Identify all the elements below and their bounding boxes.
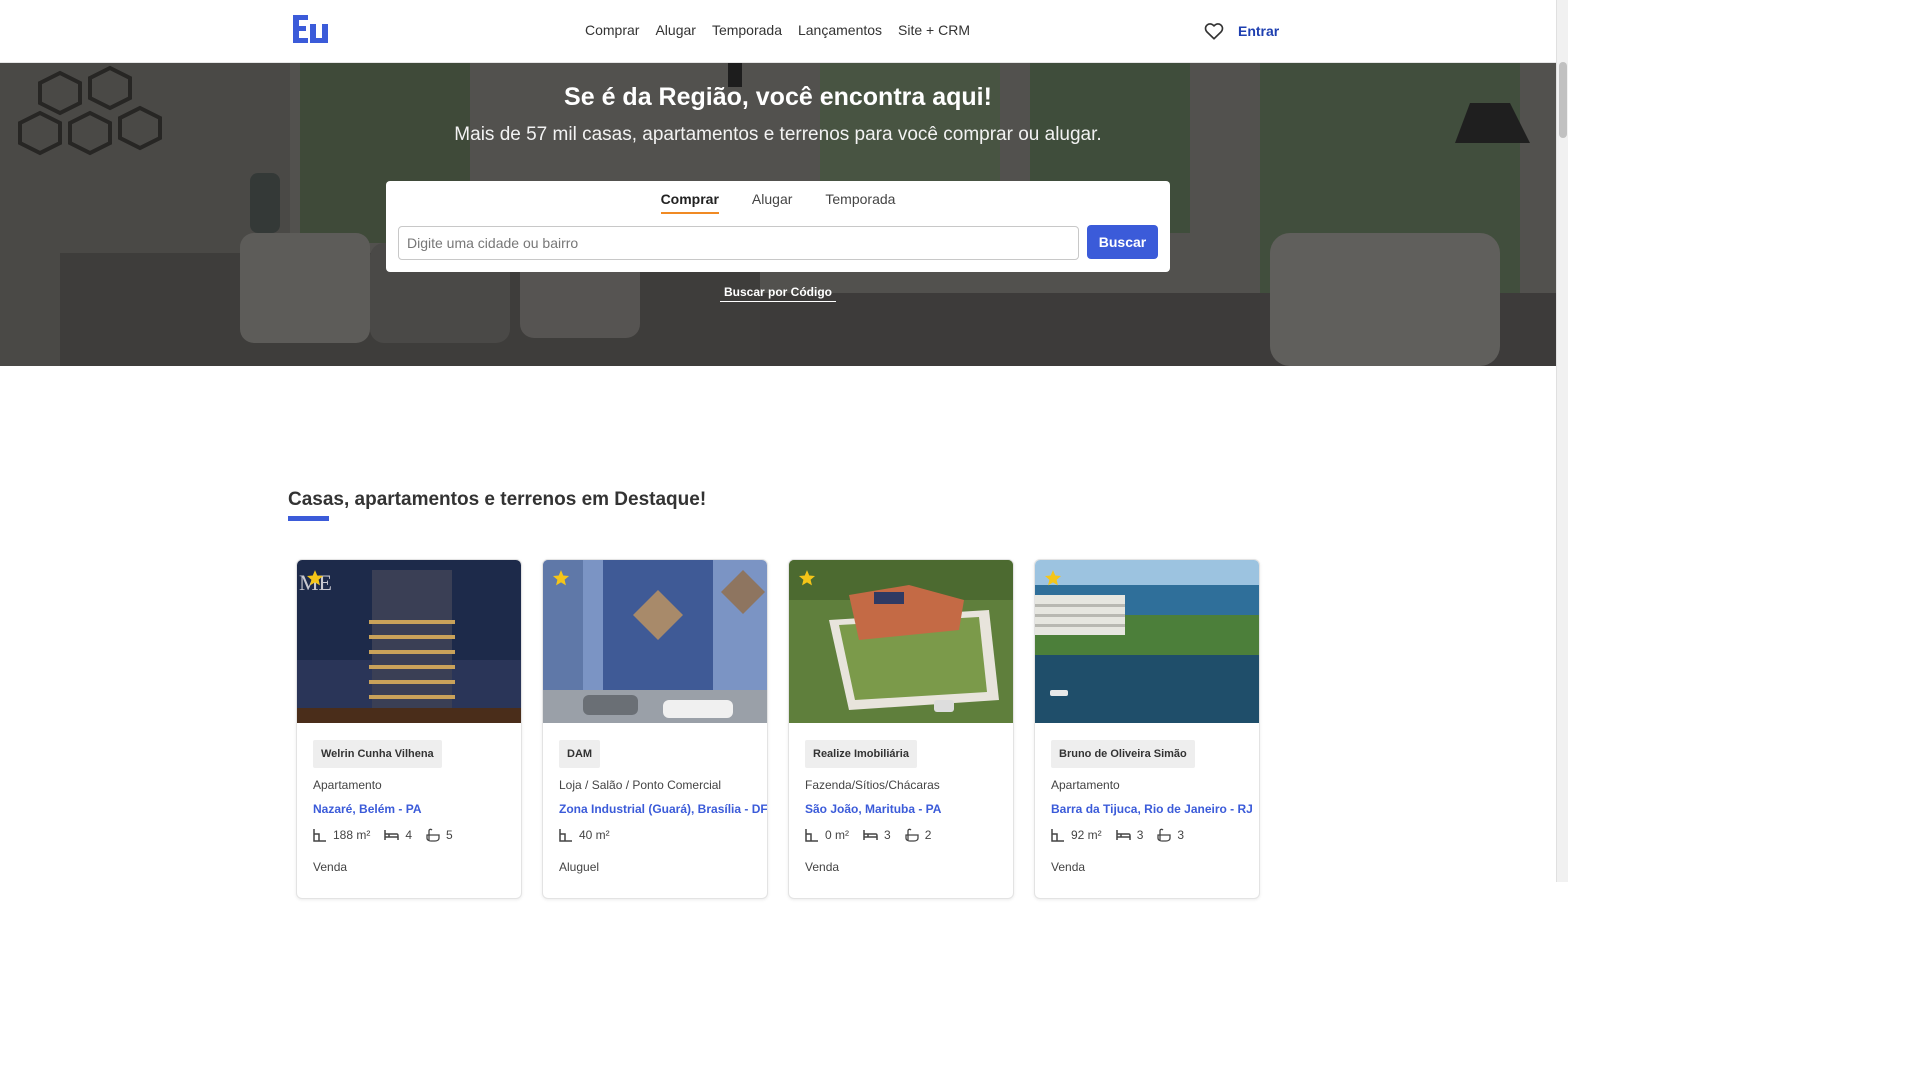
nav-lancamentos[interactable]: Lançamentos [798,22,882,38]
property-features: 40 m² [559,828,624,842]
featured-star-icon [1044,570,1062,586]
page: Comprar Alugar Temporada Lançamentos Sit… [0,0,1568,899]
area-icon [1051,829,1064,842]
baths-feature: 2 [905,828,932,842]
property-features: 188 m² 4 5 [313,828,467,842]
beds-value: 4 [405,828,413,842]
property-location[interactable]: Nazaré, Belém - PA [313,802,422,816]
area-value: 92 m² [1071,828,1102,842]
agency-badge: Realize Imobiliária [805,740,917,768]
property-location[interactable]: Barra da Tijuca, Rio de Janeiro - RJ [1051,802,1253,816]
property-image[interactable] [789,560,1014,723]
property-deal: Aluguel [559,860,600,874]
search-input[interactable] [398,226,1079,260]
nav-alugar[interactable]: Alugar [655,22,695,38]
hero-title: Se é da Região, você encontra aqui! [564,83,992,111]
heart-icon[interactable] [1204,22,1224,40]
login-link[interactable]: Entrar [1238,23,1279,39]
property-deal: Venda [1051,860,1086,874]
property-location[interactable]: Zona Industrial (Guará), Brasília - DF [559,802,767,816]
bed-icon [863,830,878,840]
bath-icon [426,828,440,842]
area-feature: 92 m² [1051,828,1102,842]
property-type: Loja / Salão / Ponto Comercial [559,778,722,792]
area-value: 40 m² [579,828,610,842]
featured-title: Casas, apartamentos e terrenos em Destaq… [288,489,707,510]
featured-star-icon [306,570,324,586]
area-icon [805,829,818,842]
nav-temporada[interactable]: Temporada [712,22,782,38]
search-by-code-wrap: Buscar por Código [0,283,1556,302]
property-card[interactable]: Realize Imobiliária Fazenda/Sítios/Cháca… [788,559,1014,899]
tab-comprar[interactable]: Comprar [660,191,719,214]
main-nav: Comprar Alugar Temporada Lançamentos Sit… [577,22,978,38]
search-tabs: Comprar Alugar Temporada [386,191,1170,214]
baths-feature: 5 [426,828,453,842]
baths-value: 5 [446,828,453,842]
nav-site-crm[interactable]: Site + CRM [898,22,970,38]
page-scrollbar[interactable] [1556,0,1568,882]
bath-icon [905,828,919,842]
featured-star-icon [798,570,816,586]
site-header: Comprar Alugar Temporada Lançamentos Sit… [0,0,1556,63]
property-image[interactable]: ME [297,560,522,723]
agency-badge: Bruno de Oliveira Simão [1051,740,1195,768]
tab-temporada[interactable]: Temporada [825,191,895,214]
hero-subtitle: Mais de 57 mil casas, apartamentos e ter… [454,124,1102,145]
property-location[interactable]: São João, Marituba - PA [805,802,941,816]
area-value: 0 m² [825,828,849,842]
agency-badge: Welrin Cunha Vilhena [313,740,442,768]
bed-icon [384,830,400,840]
area-value: 188 m² [333,828,371,842]
nav-comprar[interactable]: Comprar [585,22,639,38]
baths-value: 2 [924,828,932,842]
logo[interactable] [293,15,329,43]
property-features: 0 m² 3 2 [805,828,945,842]
property-image[interactable] [543,560,768,723]
area-icon [313,829,326,842]
featured-star-icon [552,570,570,586]
scrollbar-thumb[interactable] [1559,62,1567,138]
area-feature: 0 m² [805,828,849,842]
baths-feature: 3 [1157,828,1184,842]
bath-icon [1157,828,1172,842]
property-type: Fazenda/Sítios/Chácaras [805,778,940,792]
property-card[interactable]: ME Welrin Cunha Vilhena Apartamento Naza… [296,559,522,899]
agency-badge: DAM [559,740,601,768]
search-panel: Comprar Alugar Temporada Buscar [386,181,1170,272]
search-button[interactable]: Buscar [1087,225,1158,259]
tab-alugar[interactable]: Alugar [752,191,792,214]
beds-value: 3 [884,828,891,842]
beds-feature: 3 [1115,828,1144,842]
property-card[interactable]: Bruno de Oliveira Simão Apartamento Barr… [1034,559,1260,899]
beds-value: 3 [1136,828,1144,842]
area-icon [559,829,572,842]
featured-title-underline [288,516,329,521]
area-feature: 188 m² [313,828,370,842]
property-type: Apartamento [1051,778,1120,792]
property-deal: Venda [313,860,348,874]
beds-feature: 3 [863,828,891,842]
area-feature: 40 m² [559,828,610,842]
property-type: Apartamento [313,778,382,792]
baths-value: 3 [1177,828,1185,842]
property-features: 92 m² 3 3 [1051,828,1198,842]
property-deal: Venda [805,860,840,874]
property-image[interactable] [1035,560,1260,723]
bed-icon [1115,830,1131,840]
property-card[interactable]: DAM Loja / Salão / Ponto Comercial Zona … [542,559,768,899]
search-by-code-link[interactable]: Buscar por Código [719,285,836,302]
beds-feature: 4 [384,828,412,842]
hero-banner: Se é da Região, você encontra aqui! Mais… [0,63,1556,366]
